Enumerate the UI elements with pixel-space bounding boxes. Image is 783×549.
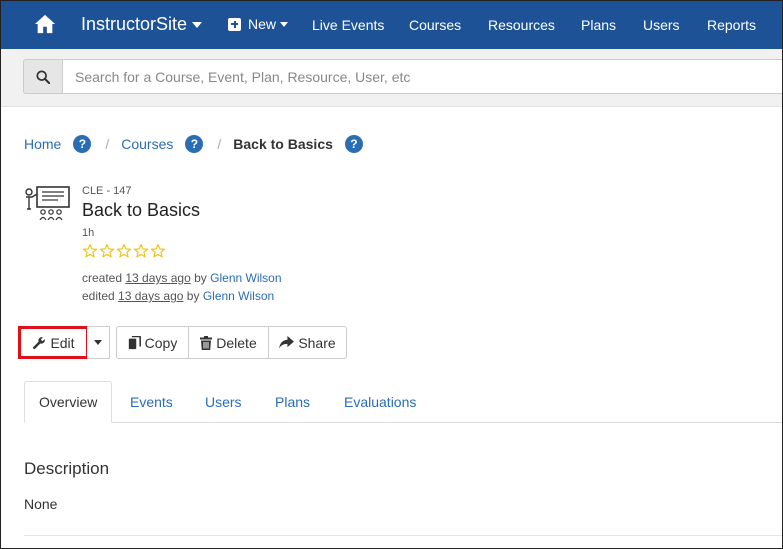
delete-label: Delete	[216, 334, 257, 351]
share-button[interactable]: Share	[268, 326, 347, 359]
help-icon[interactable]: ?	[185, 135, 204, 153]
search-icon	[36, 69, 50, 84]
course-title: Back to Basics	[82, 200, 201, 220]
star-icon[interactable]	[116, 243, 132, 259]
description-heading: Description	[24, 459, 110, 478]
edited-time[interactable]: 13 days ago	[118, 289, 183, 303]
chevron-down-icon	[192, 21, 203, 28]
chevron-down-icon	[94, 340, 102, 345]
edit-button[interactable]: Edit	[18, 326, 89, 359]
breadcrumb: Home ? / Courses ? / Back to Basics ?	[24, 134, 363, 154]
brand-menu[interactable]: InstructorSite	[81, 14, 203, 35]
copy-icon	[128, 335, 141, 349]
trash-icon	[200, 335, 213, 350]
created-info: created 13 days ago by Glenn Wilson	[82, 271, 282, 285]
help-icon[interactable]: ?	[344, 135, 363, 153]
created-user-link[interactable]: Glenn Wilson	[210, 271, 281, 285]
edit-dropdown-button[interactable]	[87, 326, 110, 359]
tab-evaluations[interactable]: Evaluations	[344, 381, 416, 423]
edited-user-link[interactable]: Glenn Wilson	[203, 289, 274, 303]
delete-button[interactable]: Delete	[188, 326, 269, 359]
star-icon[interactable]	[82, 243, 98, 259]
nav-users[interactable]: Users	[643, 17, 680, 33]
wrench-icon	[33, 336, 46, 349]
new-label: New	[248, 16, 277, 32]
share-label: Share	[298, 334, 336, 351]
created-time[interactable]: 13 days ago	[125, 271, 190, 285]
star-icon[interactable]	[150, 243, 166, 259]
edit-label: Edit	[50, 334, 75, 351]
nav-reports[interactable]: Reports	[707, 17, 756, 33]
course-code: CLE - 147	[82, 185, 132, 197]
breadcrumb-separator: /	[217, 136, 222, 152]
chevron-down-icon	[280, 21, 289, 27]
star-rating	[82, 243, 166, 259]
nav-resources[interactable]: Resources	[488, 17, 555, 33]
tab-plans[interactable]: Plans	[275, 381, 310, 423]
description-text: None	[24, 496, 58, 512]
classroom-icon	[25, 186, 70, 221]
copy-button[interactable]: Copy	[116, 326, 189, 359]
nav-plans[interactable]: Plans	[581, 17, 616, 33]
home-icon[interactable]	[34, 13, 56, 35]
brand-label: InstructorSite	[81, 14, 188, 34]
breadcrumb-home[interactable]: Home	[24, 136, 61, 152]
breadcrumb-separator: /	[105, 136, 110, 152]
breadcrumb-courses[interactable]: Courses	[121, 136, 173, 152]
plus-square-icon	[228, 17, 241, 31]
tab-events[interactable]: Events	[130, 381, 173, 423]
search-input[interactable]	[63, 59, 782, 94]
copy-label: Copy	[144, 334, 178, 351]
nav-courses[interactable]: Courses	[409, 17, 461, 33]
star-icon[interactable]	[99, 243, 115, 259]
search-bar	[1, 49, 782, 107]
app-window: InstructorSite New Live Events Courses R…	[0, 0, 783, 549]
breadcrumb-current: Back to Basics	[233, 136, 333, 152]
tab-overview[interactable]: Overview	[24, 381, 112, 423]
share-arrow-icon	[279, 336, 295, 349]
tab-users[interactable]: Users	[205, 381, 242, 423]
help-icon[interactable]: ?	[73, 135, 92, 153]
new-menu[interactable]: New	[228, 16, 289, 32]
section-divider	[24, 535, 782, 536]
star-icon[interactable]	[133, 243, 149, 259]
nav-live-events[interactable]: Live Events	[312, 17, 384, 33]
search-button[interactable]	[23, 59, 63, 94]
course-duration: 1h	[82, 227, 95, 239]
edited-info: edited 13 days ago by Glenn Wilson	[82, 289, 275, 303]
top-navbar: InstructorSite New Live Events Courses R…	[1, 1, 782, 49]
